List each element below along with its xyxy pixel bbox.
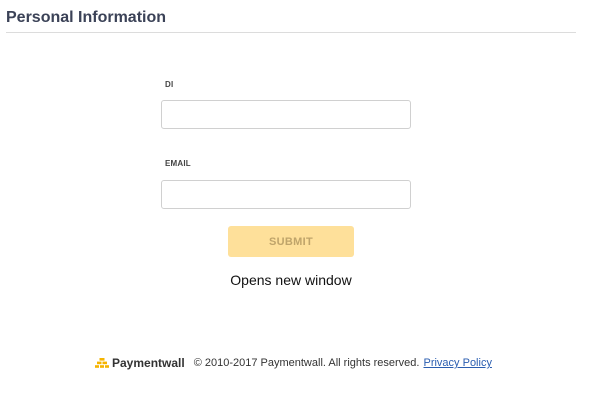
title-divider: [6, 32, 576, 33]
brand-name: Paymentwall: [112, 356, 185, 370]
copyright-text: © 2010-2017 Paymentwall. All rights rese…: [193, 357, 420, 369]
privacy-policy-link[interactable]: Privacy Policy: [423, 357, 491, 369]
email-input[interactable]: [161, 180, 411, 209]
email-label: EMAIL: [165, 159, 191, 168]
di-label: DI: [165, 80, 174, 89]
paymentwall-logo-icon: [95, 358, 109, 368]
submit-button[interactable]: SUBMIT: [228, 226, 354, 257]
opens-new-window-note: Opens new window: [230, 272, 352, 288]
page-title: Personal Information: [6, 9, 167, 26]
di-input[interactable]: [161, 100, 411, 129]
footer: Paymentwall © 2010-2017 Paymentwall. All…: [95, 355, 492, 371]
